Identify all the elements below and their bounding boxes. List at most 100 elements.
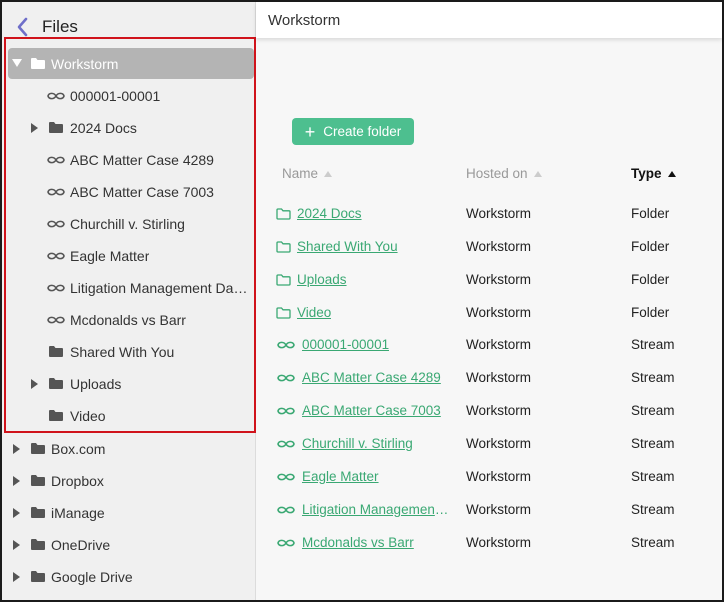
tree-item[interactable]: Google Drive — [8, 561, 254, 592]
tree-item[interactable]: 2024 Docs — [8, 112, 254, 143]
column-header-type[interactable]: Type — [631, 166, 676, 181]
tree-item-label: ABC Matter Case 7003 — [70, 183, 214, 200]
stream-icon — [46, 91, 66, 101]
row-type: Stream — [631, 535, 675, 550]
row-name-link[interactable]: Churchill v. Stirling — [302, 436, 413, 451]
stream-icon — [46, 251, 66, 261]
create-folder-button[interactable]: + Create folder — [292, 118, 414, 145]
tree-item[interactable]: Shared With You — [8, 336, 254, 367]
row-name-link[interactable]: 000001-00001 — [302, 337, 389, 352]
stream-icon — [46, 315, 66, 325]
tree-item-label: Shared With You — [70, 343, 175, 360]
row-name-cell: 2024 Docs — [276, 206, 362, 221]
tree-item[interactable]: Eagle Matter — [8, 240, 254, 271]
tree-item[interactable]: Dropbox — [8, 465, 254, 496]
tree-item[interactable]: ABC Matter Case 7003 — [8, 176, 254, 207]
table-row[interactable]: Eagle Matter Workstorm Stream — [256, 461, 722, 494]
row-name-link[interactable]: Uploads — [297, 272, 347, 287]
row-name-cell: ABC Matter Case 4289 — [276, 370, 441, 385]
table-row[interactable]: ABC Matter Case 4289 Workstorm Stream — [256, 362, 722, 395]
table-row[interactable]: Video Workstorm Folder — [256, 297, 722, 330]
row-type: Folder — [631, 305, 670, 320]
tree-item-label: Google Drive — [51, 568, 133, 585]
sidebar: Files Workstorm 000001-00001 2024 Docs ABC … — [2, 2, 256, 600]
row-name-cell: Uploads — [276, 272, 347, 287]
tree-item-label: Box.com — [51, 440, 106, 457]
expand-arrow-icon[interactable] — [30, 122, 38, 133]
sort-arrow-icon — [324, 170, 333, 177]
table-row[interactable]: ABC Matter Case 7003 Workstorm Stream — [256, 395, 722, 428]
row-name-link[interactable]: 2024 Docs — [297, 206, 362, 221]
row-name-link[interactable]: Mcdonalds vs Barr — [302, 535, 414, 550]
folder-icon — [30, 442, 46, 455]
stream-icon — [276, 439, 296, 449]
row-name-link[interactable]: Eagle Matter — [302, 469, 379, 484]
tree-item[interactable]: Video — [8, 400, 254, 431]
stream-icon — [276, 505, 296, 515]
row-name-link[interactable]: ABC Matter Case 4289 — [302, 370, 441, 385]
folder-icon — [30, 506, 46, 519]
tree-item[interactable]: Mcdonalds vs Barr — [8, 304, 254, 335]
row-name-link[interactable]: ABC Matter Case 7003 — [302, 403, 441, 418]
column-header-hosted-on-label: Hosted on — [466, 166, 528, 181]
tree-item[interactable]: Box.com — [8, 433, 254, 464]
expand-arrow-icon[interactable] — [12, 475, 20, 486]
row-type: Stream — [631, 370, 675, 385]
row-name-cell: Churchill v. Stirling — [276, 436, 413, 451]
tree-item-label: Uploads — [70, 375, 122, 392]
row-name-link[interactable]: Video — [297, 305, 331, 320]
tree-item[interactable]: Churchill v. Stirling — [8, 208, 254, 239]
tree-item[interactable]: OneDrive — [8, 529, 254, 560]
column-header-type-label: Type — [631, 166, 662, 181]
table-row[interactable]: 2024 Docs Workstorm Folder — [256, 198, 722, 231]
sidebar-header: Files — [14, 14, 78, 40]
back-chevron-icon[interactable] — [14, 16, 32, 38]
row-hosted-on: Workstorm — [466, 337, 532, 352]
row-name-cell: 000001-00001 — [276, 337, 389, 352]
row-name-link[interactable]: Litigation Management… — [302, 502, 450, 517]
row-type: Stream — [631, 469, 675, 484]
table-row[interactable]: Mcdonalds vs Barr Workstorm Stream — [256, 527, 722, 560]
tree-item[interactable]: iManage — [8, 497, 254, 528]
tree-item[interactable]: Uploads — [8, 368, 254, 399]
row-type: Folder — [631, 272, 670, 287]
row-type: Folder — [631, 239, 670, 254]
tree-item[interactable]: Litigation Management Dat... — [8, 272, 254, 303]
row-name-cell: ABC Matter Case 7003 — [276, 403, 441, 418]
row-type: Stream — [631, 436, 675, 451]
table-row[interactable]: 000001-00001 Workstorm Stream — [256, 329, 722, 362]
column-header-name[interactable]: Name — [282, 166, 333, 181]
table-row[interactable]: Litigation Management… Workstorm Stream — [256, 494, 722, 527]
row-name-cell: Video — [276, 305, 331, 320]
expand-arrow-icon[interactable] — [12, 507, 20, 518]
tree-item-label: Video — [70, 407, 106, 424]
expand-arrow-icon[interactable] — [12, 539, 20, 550]
row-name-cell: Shared With You — [276, 239, 398, 254]
tree-item-label: Eagle Matter — [70, 247, 150, 264]
expand-arrow-icon[interactable] — [12, 443, 20, 454]
stream-icon — [276, 472, 296, 482]
row-type: Stream — [631, 502, 675, 517]
stream-icon — [46, 219, 66, 229]
expanded-arrow-icon[interactable] — [12, 59, 22, 68]
main-panel: Workstorm + Create folder Name Hosted on… — [256, 2, 722, 600]
sort-arrow-up-icon — [667, 170, 676, 177]
row-name-link[interactable]: Shared With You — [297, 239, 398, 254]
table-row[interactable]: Shared With You Workstorm Folder — [256, 231, 722, 264]
tree-item[interactable]: Workstorm — [8, 48, 254, 79]
expand-arrow-icon[interactable] — [12, 571, 20, 582]
expand-arrow-icon[interactable] — [30, 378, 38, 389]
folder-icon — [30, 474, 46, 487]
tree-item[interactable]: ABC Matter Case 4289 — [8, 144, 254, 175]
column-header-hosted-on[interactable]: Hosted on — [466, 166, 542, 181]
row-hosted-on: Workstorm — [466, 403, 532, 418]
folder-icon — [48, 409, 64, 422]
row-hosted-on: Workstorm — [466, 370, 532, 385]
row-type: Stream — [631, 403, 675, 418]
row-hosted-on: Workstorm — [466, 469, 532, 484]
tree-item-label: iManage — [51, 504, 105, 521]
page-title: Workstorm — [268, 12, 341, 29]
table-row[interactable]: Uploads Workstorm Folder — [256, 264, 722, 297]
table-row[interactable]: Churchill v. Stirling Workstorm Stream — [256, 428, 722, 461]
tree-item[interactable]: 000001-00001 — [8, 80, 254, 111]
